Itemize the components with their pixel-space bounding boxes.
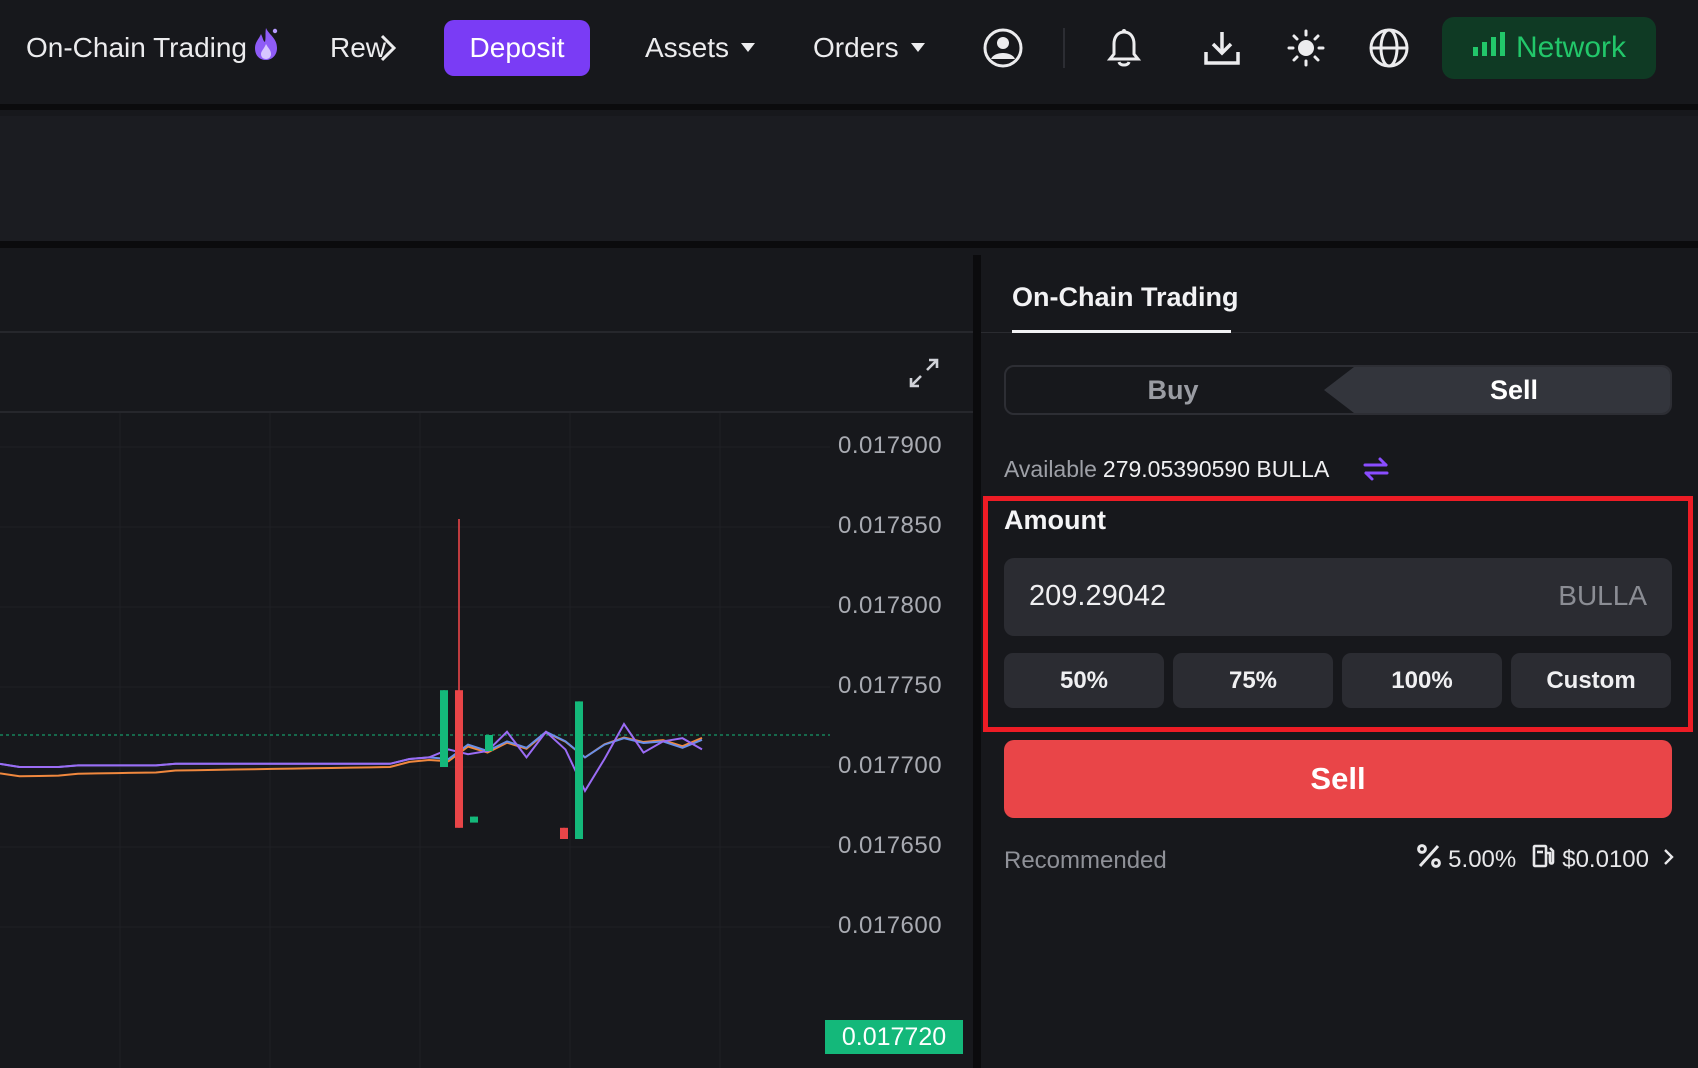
available-label: Available	[1004, 456, 1097, 482]
bell-icon[interactable]	[1102, 26, 1146, 70]
price-tick-label: 0.017800	[838, 592, 943, 619]
ma-line-purple	[0, 722, 703, 793]
price-tick-label: 0.017700	[838, 752, 943, 779]
globe-icon[interactable]	[1367, 26, 1411, 70]
percent-icon	[1416, 843, 1442, 876]
available-balance: Available 279.05390590 BULLA	[1004, 456, 1329, 483]
chevron-right-icon[interactable]	[376, 30, 400, 66]
tab-on-chain-trading[interactable]: On-Chain Trading	[1012, 282, 1239, 313]
candle-body	[485, 735, 493, 751]
swap-arrows-icon[interactable]	[1362, 455, 1390, 483]
panel-separator	[973, 255, 981, 1068]
gas-pump-icon	[1532, 843, 1556, 876]
recommended-settings[interactable]: 5.00% $0.0100	[1416, 843, 1675, 876]
download-icon[interactable]	[1200, 26, 1244, 70]
chart-toolbar	[0, 333, 973, 413]
price-tick-label: 0.017900	[838, 432, 943, 459]
chart-header	[0, 255, 973, 333]
assets-label: Assets	[645, 32, 730, 63]
tab-active-indicator	[1012, 330, 1231, 333]
recommended-label: Recommended	[1004, 847, 1167, 874]
candle-body	[560, 827, 568, 839]
sell-button[interactable]: Sell	[1004, 740, 1672, 818]
candle-body	[575, 701, 583, 839]
network-button[interactable]: Network	[1442, 17, 1656, 79]
deposit-button[interactable]: Deposit	[444, 20, 590, 76]
orders-label: Orders	[813, 32, 899, 63]
slippage-value: 5.00%	[1448, 845, 1517, 873]
amount-highlight-box	[983, 496, 1693, 732]
signal-bars-icon	[1472, 31, 1508, 65]
assets-menu[interactable]: Assets	[645, 30, 756, 66]
user-circle-icon[interactable]	[981, 26, 1025, 70]
current-price-badge: 0.017720	[825, 1020, 963, 1054]
expand-icon[interactable]	[906, 355, 942, 391]
chart-panel[interactable]: 0.017900 0.017850 0.017800 0.017750 0.017700…	[0, 255, 973, 1068]
candle-body	[470, 816, 478, 823]
network-label: Network	[1515, 31, 1627, 64]
price-chart[interactable]	[0, 413, 973, 1068]
available-value: 279.05390590 BULLA	[1102, 456, 1330, 482]
ma-line-orange	[0, 731, 703, 778]
price-tick-label: 0.017600	[838, 912, 943, 939]
buy-tab[interactable]: Buy	[1006, 367, 1340, 413]
caret-down-icon	[910, 43, 925, 53]
top-navigation: On-Chain Trading Rew Deposit Assets Orde…	[0, 0, 1698, 110]
sell-tab[interactable]: Sell	[1324, 367, 1670, 413]
gas-fee-value: $0.0100	[1562, 845, 1649, 873]
ma-line-blue	[0, 730, 703, 768]
caret-down-icon	[741, 43, 756, 53]
price-tick-label: 0.017850	[838, 512, 943, 539]
candle-body	[440, 690, 448, 767]
chevron-right-icon	[1663, 846, 1675, 874]
empty-banner-area	[0, 116, 1698, 248]
price-tick-label: 0.017650	[838, 832, 943, 859]
buy-sell-toggle: Buy Sell	[1004, 365, 1672, 415]
price-tick-label: 0.017750	[838, 672, 943, 699]
orders-menu[interactable]: Orders	[813, 30, 925, 66]
nav-divider	[1063, 28, 1065, 68]
nav-on-chain-trading[interactable]: On-Chain Trading	[26, 30, 247, 66]
flame-icon	[248, 24, 284, 64]
candle-body	[455, 690, 463, 828]
sun-icon[interactable]	[1284, 26, 1328, 70]
